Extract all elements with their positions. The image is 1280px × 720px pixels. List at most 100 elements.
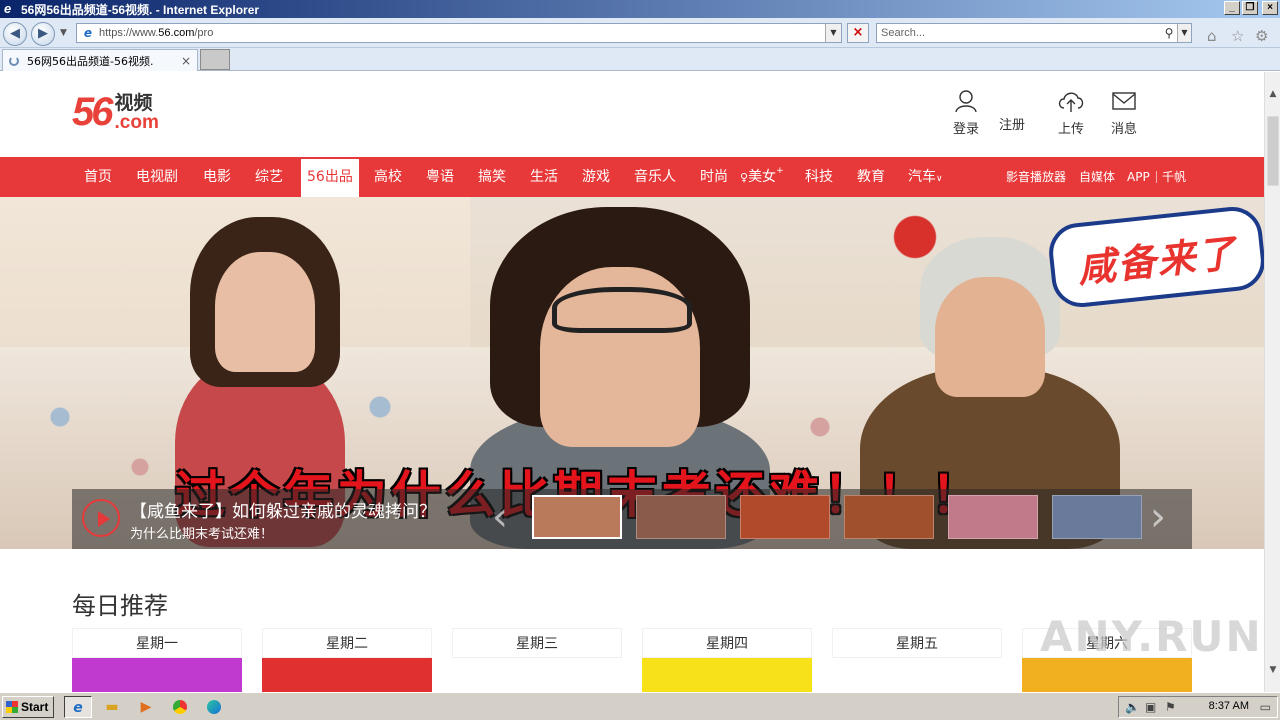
taskbar-explorer-icon[interactable]: ▬ — [98, 696, 126, 718]
day-label: 星期四 — [642, 628, 812, 658]
nav-item-funny[interactable]: 搞笑 — [478, 157, 506, 197]
ie-logo-icon: e — [4, 1, 12, 16]
day-card[interactable]: 星期一 — [72, 628, 242, 692]
banner-thumbnail[interactable] — [948, 495, 1038, 539]
nav-item-56-original[interactable]: 56出品 — [301, 159, 359, 197]
banner-thumbnail[interactable] — [636, 495, 726, 539]
tab-strip: 56网56出品频道-56视频. × — [0, 48, 1280, 71]
day-label: 星期三 — [452, 628, 622, 658]
windows-taskbar: Start e ▬ ▶ 🔈 ▣ ⚑ 8:37 AM ▭ — [0, 692, 1280, 720]
favorites-star-icon[interactable]: ☆ — [1231, 27, 1244, 45]
day-thumbnail — [72, 658, 242, 692]
nav-divider — [1156, 171, 1157, 183]
nav-item-beauty[interactable]: ♀美女+ — [740, 157, 784, 197]
user-icon — [955, 90, 977, 113]
flag-icon[interactable]: ⚑ — [1165, 700, 1176, 714]
banner-thumbnail[interactable] — [532, 495, 622, 539]
history-dropdown-icon[interactable]: ▼ — [60, 28, 67, 38]
browser-tab[interactable]: 56网56出品频道-56视频. × — [2, 49, 198, 71]
microphone-icon: ♀ — [740, 171, 749, 184]
banner-thumbnail[interactable] — [1052, 495, 1142, 539]
new-tab-button[interactable] — [200, 49, 230, 70]
taskbar-ie-icon[interactable]: e — [64, 696, 92, 718]
scroll-down-icon[interactable]: ▼ — [1265, 662, 1280, 678]
page-viewport: 56 视频 .com 登录 注册 上传 消息 首页 电视剧 电影 综艺 56出品… — [0, 72, 1264, 692]
nav-item-cantonese[interactable]: 粤语 — [426, 157, 454, 197]
messages-button[interactable]: 消息 — [1104, 88, 1144, 137]
page-ie-icon: e — [83, 26, 93, 40]
anyrun-watermark: ANY.RUN — [1040, 612, 1263, 661]
search-icon[interactable]: ⚲ — [1161, 26, 1177, 40]
day-thumbnail — [832, 658, 1002, 692]
nav-item-qianfan[interactable]: 千帆 — [1162, 157, 1186, 197]
day-label: 星期二 — [262, 628, 432, 658]
address-dropdown-icon[interactable]: ▼ — [825, 24, 841, 42]
nav-item-campus[interactable]: 高校 — [374, 157, 402, 197]
main-nav: 首页 电视剧 电影 综艺 56出品 高校 粤语 搞笑 生活 游戏 音乐人 时尚 … — [0, 157, 1264, 197]
hero-banner[interactable]: 咸备来了 过个年为什么比期末考还难！！！ 【咸鱼来了】如何躲过亲戚的灵魂拷问？ … — [0, 197, 1264, 549]
loading-spinner-icon — [9, 55, 19, 66]
address-bar[interactable]: e https://www.56.com/pro ▼ — [76, 23, 842, 43]
stop-icon[interactable]: × — [847, 23, 869, 43]
browser-toolbar: ◀ ▶ ▼ e https://www.56.com/pro ▼ × Searc… — [0, 18, 1280, 48]
clock: 8:37 AM — [1208, 700, 1249, 712]
day-card[interactable]: 星期二 — [262, 628, 432, 692]
taskbar-media-player-icon[interactable]: ▶ — [132, 696, 160, 718]
scroll-up-icon[interactable]: ▲ — [1265, 86, 1280, 102]
show-logo-sticker: 咸备来了 — [1046, 204, 1264, 310]
close-window-button[interactable]: × — [1262, 1, 1278, 15]
show-desktop-icon[interactable]: ▭ — [1260, 700, 1271, 714]
tab-close-icon[interactable]: × — [181, 54, 191, 68]
section-title-daily: 每日推荐 — [72, 592, 168, 620]
home-icon[interactable]: ⌂ — [1207, 27, 1217, 45]
scrollbar-thumb[interactable] — [1267, 116, 1279, 186]
nav-item-player[interactable]: 影音播放器 — [1006, 157, 1066, 197]
mail-icon — [1112, 92, 1136, 110]
vertical-scrollbar[interactable]: ▲ ▼ — [1264, 72, 1280, 692]
taskbar-chrome-icon[interactable] — [166, 696, 194, 718]
volume-icon[interactable]: 🔈 — [1125, 700, 1140, 714]
nav-item-tech[interactable]: 科技 — [805, 157, 833, 197]
site-logo[interactable]: 56 视频 .com — [72, 92, 159, 132]
network-icon[interactable]: ▣ — [1145, 700, 1156, 714]
day-card[interactable]: 星期四 — [642, 628, 812, 692]
nav-item-education[interactable]: 教育 — [857, 157, 885, 197]
taskbar-edge-icon[interactable] — [200, 696, 228, 718]
nav-item-tv[interactable]: 电视剧 — [136, 157, 178, 197]
settings-gear-icon[interactable]: ⚙ — [1255, 27, 1268, 45]
play-icon[interactable] — [82, 499, 120, 537]
address-url[interactable]: https://www.56.com/pro — [99, 27, 825, 39]
next-arrow-icon[interactable]: › — [1150, 497, 1166, 537]
banner-subtitle: 为什么比期末考试还难！ — [130, 527, 274, 542]
login-button[interactable]: 登录 — [946, 88, 986, 137]
minimize-button[interactable]: _ — [1224, 1, 1240, 15]
day-thumbnail — [1022, 658, 1192, 692]
prev-arrow-icon[interactable]: ‹ — [492, 497, 508, 537]
nav-item-home[interactable]: 首页 — [84, 157, 112, 197]
nav-item-movie[interactable]: 电影 — [203, 157, 231, 197]
nav-item-app[interactable]: APP — [1127, 157, 1150, 197]
forward-arrow-icon[interactable]: ▶ — [31, 22, 55, 46]
banner-thumbnail[interactable] — [844, 495, 934, 539]
restore-button[interactable]: ❐ — [1242, 1, 1258, 15]
nav-item-game[interactable]: 游戏 — [582, 157, 610, 197]
search-input[interactable]: Search... — [877, 27, 1161, 39]
nav-item-musician[interactable]: 音乐人 — [634, 157, 676, 197]
start-button[interactable]: Start — [2, 696, 54, 718]
search-box[interactable]: Search... ⚲ ▼ — [876, 23, 1192, 43]
banner-title[interactable]: 【咸鱼来了】如何躲过亲戚的灵魂拷问？ — [130, 497, 436, 522]
nav-item-we-media[interactable]: 自媒体 — [1079, 157, 1115, 197]
nav-item-variety[interactable]: 综艺 — [255, 157, 283, 197]
day-card[interactable]: 星期五 — [832, 628, 1002, 692]
back-arrow-icon[interactable]: ◀ — [3, 22, 27, 46]
nav-item-fashion[interactable]: 时尚 — [700, 157, 728, 197]
day-card[interactable]: 星期三 — [452, 628, 622, 692]
nav-item-life[interactable]: 生活 — [530, 157, 558, 197]
banner-thumbnail[interactable] — [740, 495, 830, 539]
nav-item-auto[interactable]: 汽车∨ — [908, 157, 943, 197]
register-button[interactable]: 注册 — [992, 114, 1032, 133]
day-thumbnail — [262, 658, 432, 692]
glasses — [552, 287, 692, 333]
upload-button[interactable]: 上传 — [1051, 88, 1091, 137]
search-dropdown-icon[interactable]: ▼ — [1177, 24, 1191, 42]
